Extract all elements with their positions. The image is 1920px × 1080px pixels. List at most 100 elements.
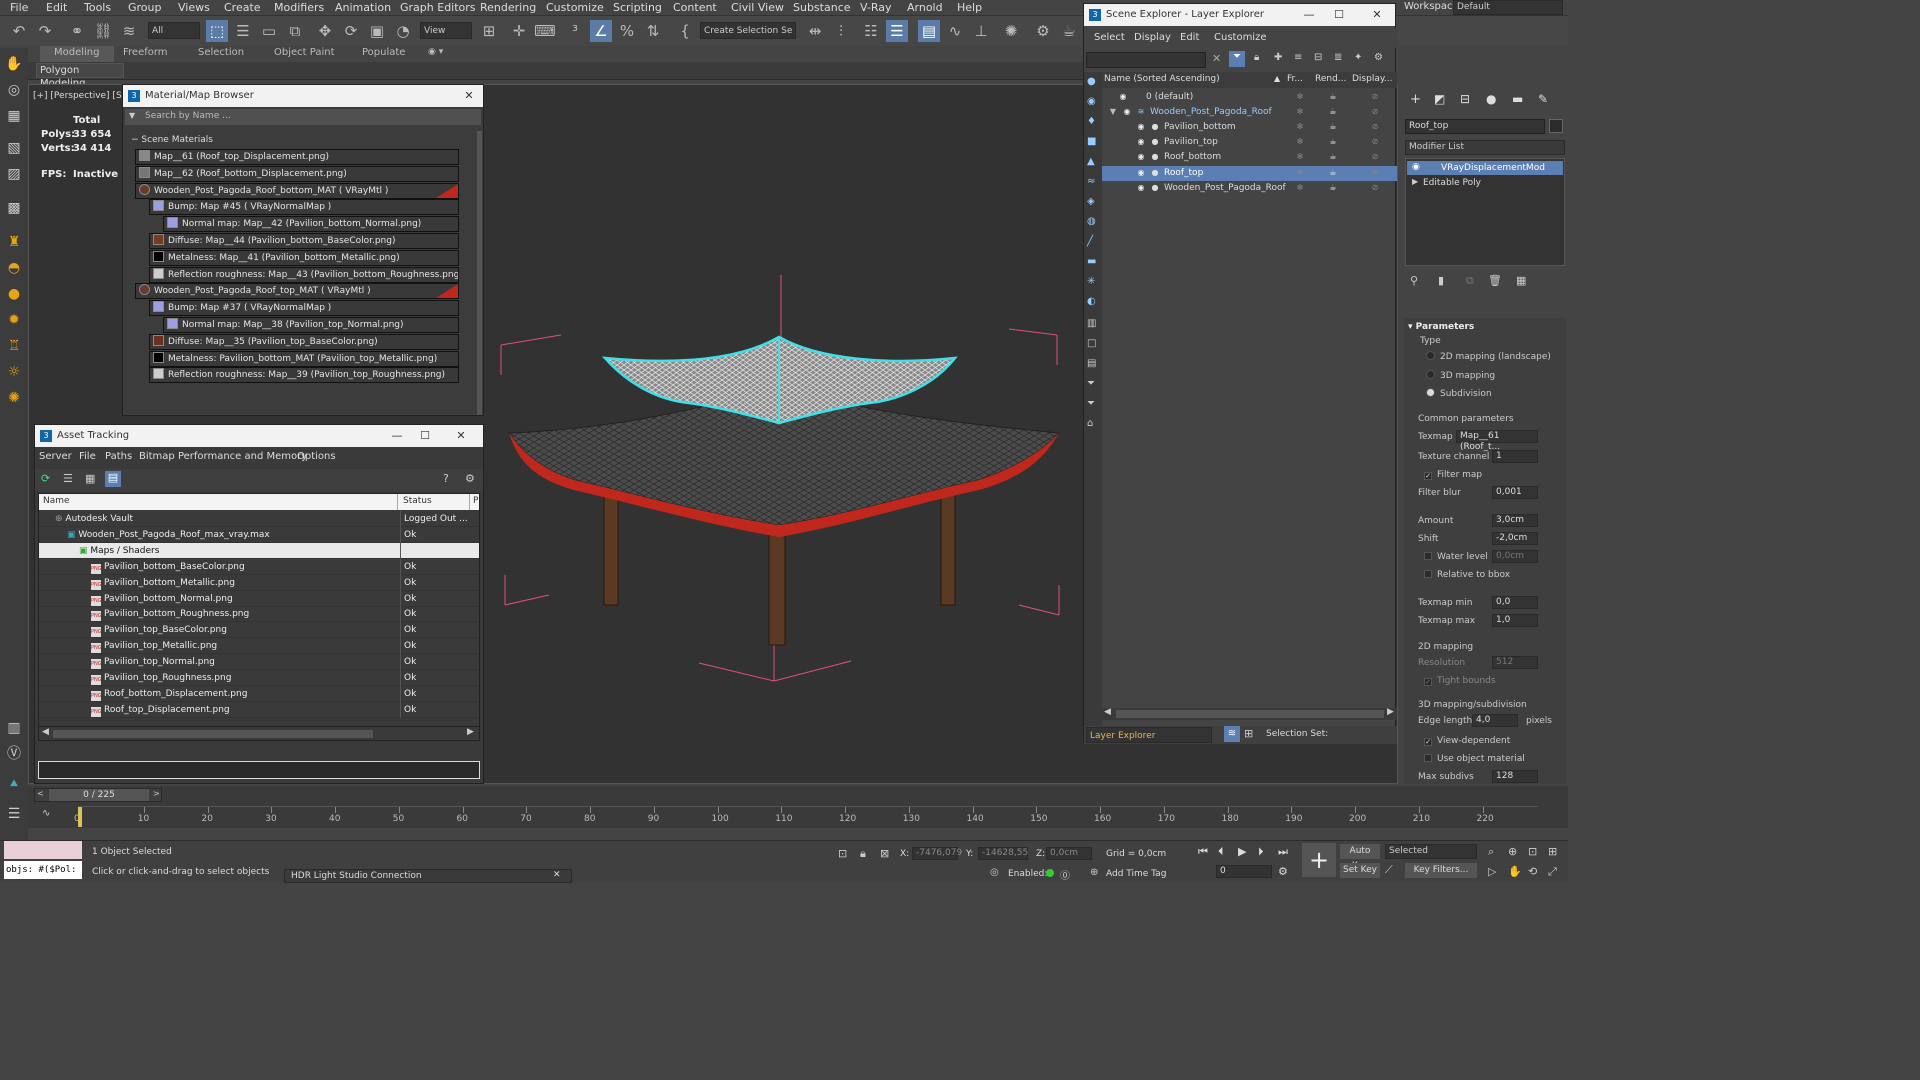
shift-spinner[interactable]: -2,0cm xyxy=(1492,532,1538,545)
refresh-icon[interactable]: ⟳ xyxy=(41,472,50,485)
display-xrefs-icon[interactable]: ◍ xyxy=(1087,216,1096,227)
prev-frame-icon[interactable]: < xyxy=(37,789,44,798)
remove-modifier-icon[interactable]: 🗑︎ xyxy=(1488,274,1502,287)
orbit-view-icon[interactable]: ⟲ xyxy=(1528,865,1537,878)
radio-icon[interactable] xyxy=(1426,351,1435,360)
view-dependent-checkbox[interactable]: ✓ View-dependent xyxy=(1424,736,1510,746)
asset-row[interactable]: PNG Pavilion_bottom_Metallic.png Ok xyxy=(39,574,479,591)
key-mode-select[interactable]: Selected xyxy=(1385,844,1477,859)
map-item[interactable]: Diffuse: Map__35 (Pavilion_top_BaseColor… xyxy=(149,333,459,350)
checkbox-icon[interactable] xyxy=(1424,754,1432,762)
display-mode-icon[interactable]: ⊘ xyxy=(1370,137,1380,147)
asset-path-field[interactable] xyxy=(38,761,480,779)
display-hidden-icon[interactable]: ◐ xyxy=(1087,296,1096,307)
edge-length-spinner[interactable]: 4,0 xyxy=(1472,714,1518,727)
asset-row[interactable]: PNG Pavilion_top_Roughness.png Ok xyxy=(39,670,479,686)
spinner-snap-icon[interactable]: ⇅ xyxy=(642,20,664,42)
close-icon[interactable]: ✕ xyxy=(1367,4,1387,26)
menu-create[interactable]: Create xyxy=(224,1,261,14)
visibility-eye-icon[interactable]: ◉ xyxy=(1136,137,1146,147)
use-object-material-checkbox[interactable]: Use object material xyxy=(1424,754,1525,764)
asset-row[interactable]: PNG Roof_bottom_Displacement.png Ok xyxy=(39,685,479,702)
amount-spinner[interactable]: 3,0cm xyxy=(1492,514,1538,527)
script-mini-listener[interactable]: objs: #($Pol: xyxy=(4,861,82,879)
col-status[interactable]: Status xyxy=(403,496,432,506)
freeze-icon[interactable]: ✻ xyxy=(1295,168,1305,178)
layer-mode-icon[interactable]: ≋ xyxy=(1224,726,1240,742)
scroll-left-icon[interactable]: ◀ xyxy=(1104,707,1111,717)
asset-row[interactable]: PNG Pavilion_bottom_BaseColor.png Ok xyxy=(39,558,479,575)
display-bones-icon[interactable]: ╱ xyxy=(1087,236,1093,247)
maximize-viewport-icon[interactable]: ⤢ xyxy=(1548,865,1557,879)
map-item[interactable]: Map__61 (Roof_top_Displacement.png) xyxy=(135,149,459,165)
percent-snap-icon[interactable]: % xyxy=(616,20,638,42)
menu-civil-view[interactable]: Civil View xyxy=(731,1,784,14)
col-name[interactable]: Name xyxy=(43,496,70,506)
renderable-icon[interactable]: ☕ xyxy=(1328,183,1338,193)
hand-icon[interactable]: ✋ xyxy=(4,54,24,74)
selection-lock-icon[interactable]: 🔒︎ xyxy=(860,847,866,861)
camera-icon[interactable]: ▩ xyxy=(4,198,24,218)
highlight-icon[interactable]: ✦ xyxy=(1354,52,1362,63)
workspaces-select[interactable]: Default xyxy=(1453,0,1563,15)
radio-icon[interactable] xyxy=(1426,370,1435,379)
texmap-min-spinner[interactable]: 0,0 xyxy=(1492,596,1538,609)
keyboard-shortcut-icon[interactable]: ⌨ xyxy=(534,20,556,42)
key-tangent-icon[interactable]: ⟋ xyxy=(1385,863,1393,877)
asset-row[interactable]: PNG Pavilion_bottom_Normal.png Ok xyxy=(39,590,479,607)
pivot-center-icon[interactable]: ⊞ xyxy=(478,20,500,42)
collapse-icon[interactable]: ▼ xyxy=(1108,107,1118,117)
scene-search-input[interactable] xyxy=(1086,52,1206,68)
zoom-extents-icon[interactable]: ⊡ xyxy=(1528,845,1537,858)
menu-modifiers[interactable]: Modifiers xyxy=(274,1,324,14)
reference-coordinate-select[interactable]: View xyxy=(420,22,472,39)
display-mode-icon[interactable]: ⊘ xyxy=(1370,122,1380,132)
scroll-right-icon[interactable]: ▶ xyxy=(1387,707,1394,717)
add-tag-icon[interactable]: ⊕ xyxy=(1090,867,1098,878)
pin-stack-icon[interactable]: ⚲ xyxy=(1410,274,1418,287)
display-warps-icon[interactable]: ≈ xyxy=(1087,176,1095,187)
timeline-ruler[interactable]: 0 10 20 30 40 50 60 70 80 90 100 110 120 130 140 150 160… xyxy=(74,806,1538,827)
window-crossing-icon[interactable]: ⧉ xyxy=(284,20,306,42)
placement-icon[interactable]: ◔ xyxy=(392,20,414,42)
tight-bounds-checkbox[interactable]: ✓ Tight bounds xyxy=(1424,676,1496,686)
listener-icon[interactable]: ☰ xyxy=(4,804,24,824)
display-shapes-icon[interactable]: ◉ xyxy=(1087,96,1096,107)
menu-edit[interactable]: Edit xyxy=(46,1,67,14)
maximize-icon[interactable]: ☐ xyxy=(415,425,435,447)
display-tab-icon[interactable]: ▬ xyxy=(1512,92,1523,106)
menu-animation[interactable]: Animation xyxy=(335,1,391,14)
map-item[interactable]: Reflection roughness: Map__43 (Pavilion_… xyxy=(149,266,459,283)
help-icon[interactable]: ? xyxy=(443,472,449,485)
map-item[interactable]: Reflection roughness: Map__39 (Pavilion_… xyxy=(149,367,459,384)
display-invert-icon[interactable]: ▤ xyxy=(1087,358,1096,369)
filter-icon[interactable]: ⏷ xyxy=(1229,51,1245,67)
col-name-sorted[interactable]: Name (Sorted Ascending) xyxy=(1104,74,1220,84)
map-item[interactable]: Bump: Map #37 ( VRayNormalMap ) xyxy=(149,300,459,317)
display-mode-icon[interactable]: ⊘ xyxy=(1370,168,1380,178)
sun-icon[interactable]: ✹ xyxy=(4,310,24,330)
asset-row[interactable]: ⊕ Autodesk Vault Logged Out ... xyxy=(39,511,479,527)
display-helpers-icon[interactable]: ▲ xyxy=(1087,156,1095,167)
play-icon[interactable]: ▶ xyxy=(1238,845,1246,858)
named-selection-set-input[interactable]: Create Selection Se xyxy=(700,22,796,39)
water-level-spinner[interactable]: 0,0cm xyxy=(1492,550,1538,563)
display-containers-icon[interactable]: ▬ xyxy=(1087,256,1096,267)
scroll-right-icon[interactable]: ▶ xyxy=(467,727,474,737)
scene-states-icon[interactable]: ▧ xyxy=(4,138,24,158)
set-key-large-icon[interactable]: + xyxy=(1302,843,1336,877)
menu-views[interactable]: Views xyxy=(178,1,210,14)
vray-logo-icon[interactable]: Ⓥ xyxy=(4,744,24,764)
minimize-icon[interactable]: — xyxy=(1299,4,1319,26)
zoom-extents-all-icon[interactable]: ⊞ xyxy=(1548,845,1557,858)
time-slider[interactable]: < 0 / 225 > xyxy=(34,788,162,802)
tab-modeling[interactable]: Modeling xyxy=(54,47,100,58)
minimize-icon[interactable]: — xyxy=(387,425,407,447)
display-cameras-icon[interactable]: ■ xyxy=(1087,136,1096,147)
redo-icon[interactable]: ↷ xyxy=(34,20,56,42)
viewport-layout-icon[interactable]: ▦ xyxy=(4,106,24,126)
z-coordinate-field[interactable]: 0,0cm xyxy=(1046,847,1092,860)
expand-arrow-icon[interactable]: ▶ xyxy=(1412,177,1418,186)
list-view-icon[interactable]: ☰ xyxy=(63,472,73,485)
asset-hscroll[interactable]: ◀ ▶ xyxy=(39,726,479,740)
